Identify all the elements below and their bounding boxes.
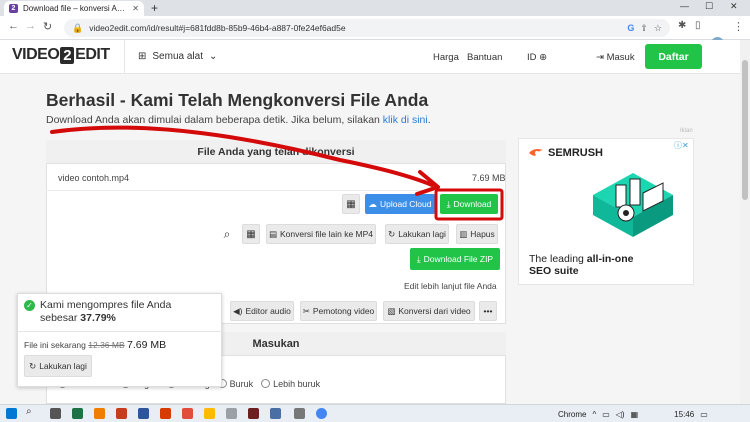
task-view-icon[interactable] <box>50 408 61 419</box>
annotation-arrow-line <box>50 125 434 187</box>
taskbar-app-label: Chrome <box>558 410 587 419</box>
keyboard-icon[interactable]: ▦ <box>631 410 639 419</box>
network-icon[interactable]: ▭ <box>602 410 610 419</box>
vlc-icon[interactable] <box>94 408 105 419</box>
tray-chevron-icon[interactable]: ^ <box>592 410 596 419</box>
volume-icon[interactable]: ◁) <box>616 410 625 419</box>
app-icon-gray[interactable] <box>226 408 237 419</box>
recorder-icon[interactable] <box>248 408 259 419</box>
notification-icon[interactable]: ▭ <box>700 410 708 419</box>
office-icon[interactable] <box>160 408 171 419</box>
windows-start-icon[interactable] <box>6 408 17 419</box>
system-tray: Chrome ^ ▭ ◁) ▦ 15:46 ▭ <box>558 410 708 419</box>
file-explorer-icon[interactable] <box>204 408 215 419</box>
settings-icon[interactable] <box>294 408 305 419</box>
windows-taskbar: ⌕ Chrome ^ ▭ ◁) ▦ 15:46 ▭ <box>0 404 750 422</box>
annotation-box <box>434 188 504 221</box>
excel-icon[interactable] <box>72 408 83 419</box>
clock[interactable]: 15:46 <box>674 410 694 419</box>
powerpoint-icon[interactable] <box>116 408 127 419</box>
chrome-taskbar-icon[interactable] <box>316 408 327 419</box>
app-icon-red[interactable] <box>182 408 193 419</box>
taskbar-search-icon[interactable]: ⌕ <box>26 406 37 417</box>
word-icon[interactable] <box>138 408 149 419</box>
annotation-overlay <box>50 125 504 221</box>
app-icon-blue[interactable] <box>270 408 281 419</box>
